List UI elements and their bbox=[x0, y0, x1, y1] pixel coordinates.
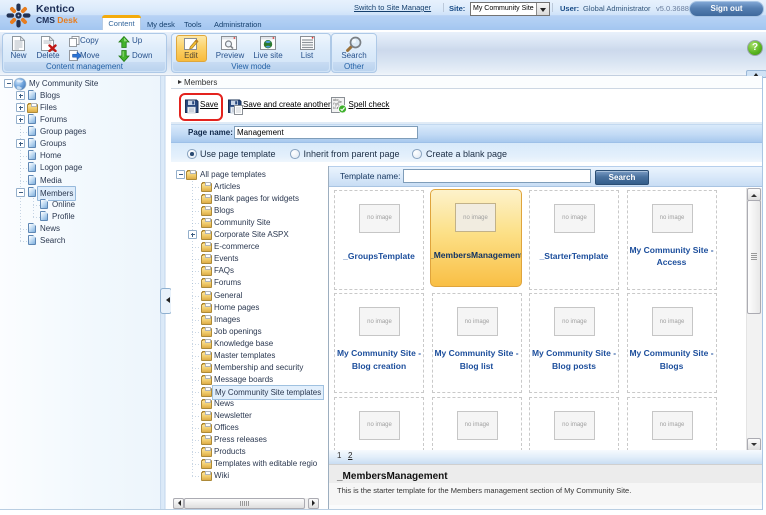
svg-text:klm: klm bbox=[333, 106, 339, 110]
